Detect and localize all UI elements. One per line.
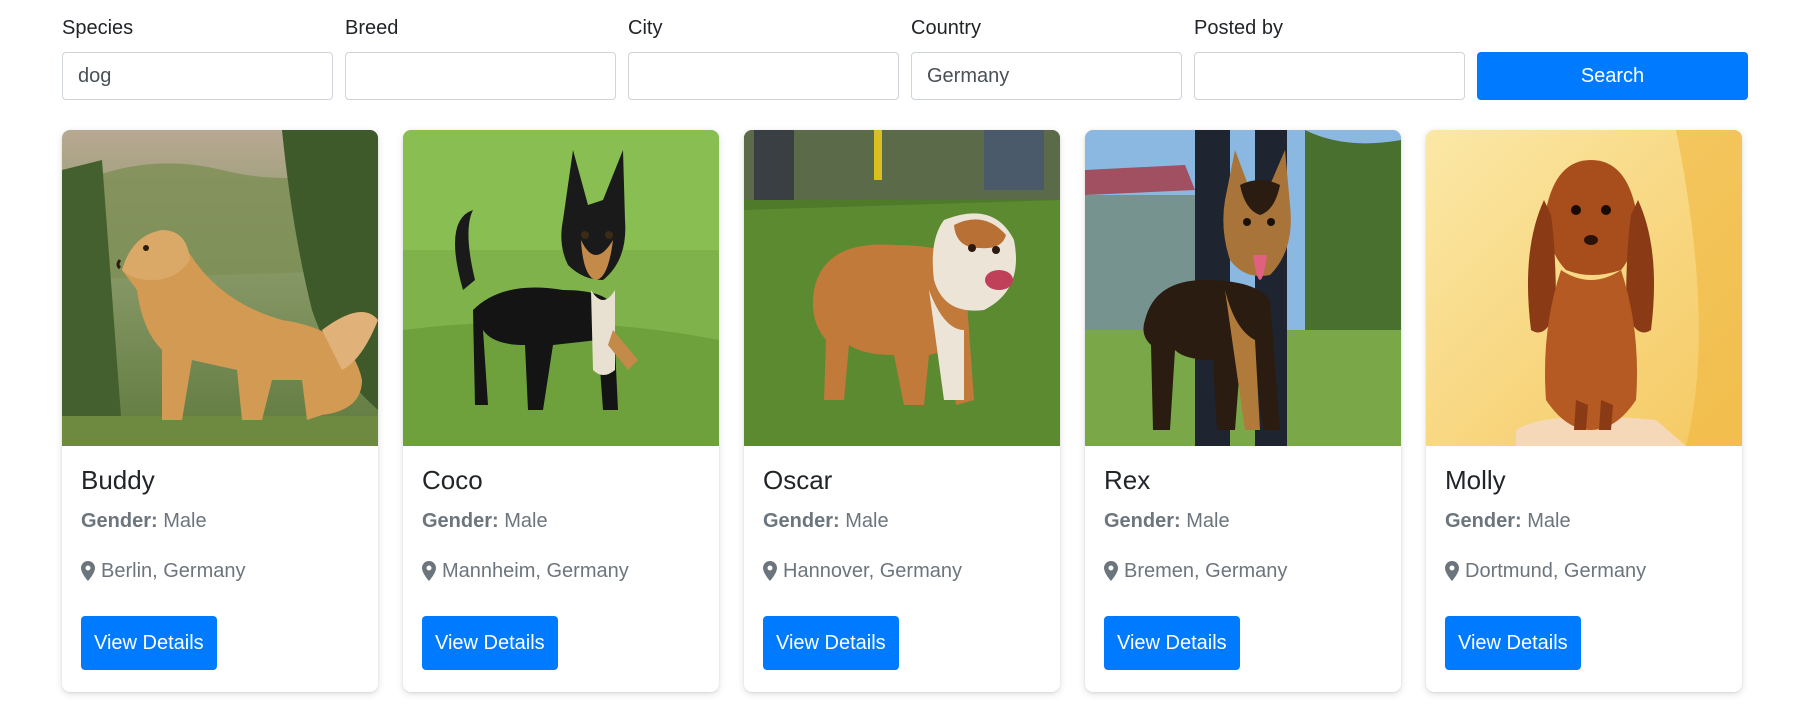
- location-text: Hannover, Germany: [783, 560, 962, 582]
- dachshund-photo: [1426, 130, 1742, 446]
- map-marker-icon: [1445, 561, 1459, 581]
- gender-line: Gender: Male: [1445, 508, 1723, 534]
- city-input[interactable]: [628, 52, 899, 100]
- posted-by-input[interactable]: [1194, 52, 1465, 100]
- map-marker-icon: [422, 561, 436, 581]
- gender-line: Gender: Male: [81, 508, 359, 534]
- card-body: Rex Gender: Male Bremen, Germany View De…: [1085, 446, 1401, 670]
- map-marker-icon: [763, 561, 777, 581]
- species-label: Species: [62, 17, 134, 39]
- map-marker-icon: [81, 561, 95, 581]
- pet-card-list: Buddy Gender: Male Berlin, Germany View …: [62, 130, 1742, 692]
- view-details-button[interactable]: View Details: [1104, 616, 1240, 670]
- species-field-group: Species: [62, 14, 333, 100]
- gender-value: Male: [1527, 510, 1571, 532]
- location-text: Bremen, Germany: [1124, 560, 1288, 582]
- gender-label: Gender:: [81, 510, 158, 532]
- gender-value: Male: [845, 510, 889, 532]
- city-field-group: City: [628, 14, 899, 100]
- location-text: Berlin, Germany: [101, 560, 246, 582]
- location-text: Dortmund, Germany: [1465, 560, 1647, 582]
- posted-by-field-group: Posted by: [1194, 14, 1465, 100]
- gender-line: Gender: Male: [1104, 508, 1382, 534]
- map-marker-icon: [1104, 561, 1118, 581]
- posted-by-label: Posted by: [1194, 17, 1283, 39]
- golden-retriever-photo: [62, 130, 378, 446]
- chihuahua-photo: [403, 130, 719, 446]
- country-input[interactable]: [911, 52, 1182, 100]
- location-text: Mannheim, Germany: [442, 560, 629, 582]
- card-body: Molly Gender: Male Dortmund, Germany Vie…: [1426, 446, 1742, 670]
- gender-value: Male: [163, 510, 207, 532]
- view-details-button[interactable]: View Details: [422, 616, 558, 670]
- country-label: Country: [911, 17, 982, 39]
- gender-line: Gender: Male: [763, 508, 1041, 534]
- card-body: Buddy Gender: Male Berlin, Germany View …: [62, 446, 378, 670]
- gender-label: Gender:: [1445, 510, 1522, 532]
- breed-field-group: Breed: [345, 14, 616, 100]
- gender-label: Gender:: [763, 510, 840, 532]
- gender-value: Male: [504, 510, 548, 532]
- country-field-group: Country: [911, 14, 1182, 100]
- pet-card: Oscar Gender: Male Hannover, Germany Vie…: [744, 130, 1060, 692]
- gender-label: Gender:: [422, 510, 499, 532]
- pet-name: Coco: [422, 465, 483, 495]
- pet-card: Coco Gender: Male Mannheim, Germany View…: [403, 130, 719, 692]
- gender-line: Gender: Male: [422, 508, 700, 534]
- gender-label: Gender:: [1104, 510, 1181, 532]
- card-body: Coco Gender: Male Mannheim, Germany View…: [403, 446, 719, 670]
- search-button[interactable]: Search: [1477, 52, 1748, 100]
- view-details-button[interactable]: View Details: [81, 616, 217, 670]
- german-shepherd-photo: [1085, 130, 1401, 446]
- location-line: Bremen, Germany: [1104, 558, 1382, 584]
- location-line: Hannover, Germany: [763, 558, 1041, 584]
- view-details-button[interactable]: View Details: [1445, 616, 1581, 670]
- gender-value: Male: [1186, 510, 1230, 532]
- location-line: Berlin, Germany: [81, 558, 359, 584]
- search-button-group: Search: [1477, 52, 1748, 100]
- species-input[interactable]: [62, 52, 333, 100]
- location-line: Mannheim, Germany: [422, 558, 700, 584]
- pet-name: Oscar: [763, 465, 833, 495]
- search-form: Species Breed City Country Posted by Sea…: [62, 14, 1748, 100]
- pet-name: Molly: [1445, 465, 1506, 495]
- bulldog-photo: [744, 130, 1060, 446]
- breed-input[interactable]: [345, 52, 616, 100]
- city-label: City: [628, 17, 663, 39]
- pet-name: Rex: [1104, 465, 1151, 495]
- view-details-button[interactable]: View Details: [763, 616, 899, 670]
- card-body: Oscar Gender: Male Hannover, Germany Vie…: [744, 446, 1060, 670]
- pet-name: Buddy: [81, 465, 155, 495]
- pet-card: Rex Gender: Male Bremen, Germany View De…: [1085, 130, 1401, 692]
- location-line: Dortmund, Germany: [1445, 558, 1723, 584]
- pet-card: Buddy Gender: Male Berlin, Germany View …: [62, 130, 378, 692]
- pet-card: Molly Gender: Male Dortmund, Germany Vie…: [1426, 130, 1742, 692]
- breed-label: Breed: [345, 17, 399, 39]
